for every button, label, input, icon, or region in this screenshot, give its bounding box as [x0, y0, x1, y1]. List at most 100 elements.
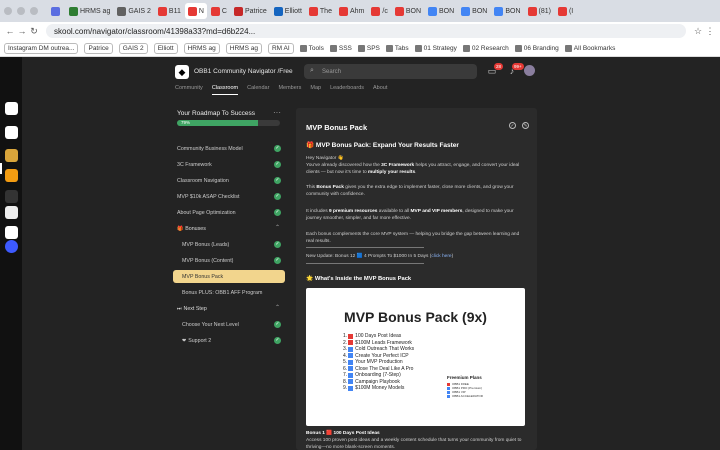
square-icon — [348, 359, 354, 365]
maximize-window-button[interactable] — [30, 7, 38, 15]
community-icon[interactable] — [5, 190, 18, 203]
community-icon[interactable] — [5, 126, 18, 139]
bookmark-item[interactable]: All Bookmarks — [564, 44, 615, 52]
back-icon[interactable]: ← — [4, 26, 16, 36]
emoji-icon: ❤ — [182, 337, 187, 344]
sidebar-item-label: MVP Bonus Pack — [182, 273, 224, 280]
edit-icon[interactable]: ✎ — [522, 122, 529, 129]
browser-tab[interactable]: N — [184, 3, 207, 19]
sidebar-section[interactable]: 🎁 Bonuses ⌃ — [173, 222, 285, 235]
tab-favicon-icon — [338, 6, 348, 16]
sidebar-item[interactable]: Choose Your Next Level ✓ — [173, 318, 285, 331]
sidebar-item[interactable]: Classroom Navigation ✓ — [173, 174, 285, 187]
browser-tab[interactable]: The — [306, 3, 335, 19]
browser-tab[interactable]: /c — [368, 3, 390, 19]
community-icon[interactable] — [5, 149, 18, 162]
browser-tab[interactable]: Patrice — [231, 3, 270, 19]
tab-map[interactable]: Map — [310, 85, 321, 95]
reload-icon[interactable]: ↻ — [28, 26, 40, 37]
browser-tab[interactable]: Elliott — [271, 3, 305, 19]
search-input[interactable]: ⌕ Search — [304, 64, 477, 79]
tab-about[interactable]: About — [373, 85, 387, 95]
bookmark-item[interactable]: Tools — [299, 44, 324, 52]
bookmark-label: Tools — [308, 44, 324, 52]
sidebar-section[interactable]: ⏭ Next Step ⌃ — [173, 302, 285, 315]
community-logo[interactable]: ◆ — [175, 65, 189, 79]
bookmark-label: 01 Strategy — [423, 44, 457, 52]
sidebar-item[interactable]: 3C Framework ✓ — [173, 158, 285, 171]
bookmark-item[interactable]: 01 Strategy — [414, 44, 457, 52]
chevron-up-icon[interactable]: ⌃ — [275, 304, 280, 311]
star-icon[interactable]: ☆ — [692, 26, 704, 37]
tab-label: BON — [505, 7, 521, 15]
browser-tab[interactable]: BON — [425, 3, 457, 19]
community-name[interactable]: OBB1 Community Navigator /Free — [194, 68, 293, 75]
browser-tab[interactable]: GAIS 2 — [114, 3, 154, 19]
browser-tab[interactable]: (81) — [525, 3, 554, 19]
square-icon — [447, 386, 450, 390]
browser-tab[interactable]: BON — [458, 3, 490, 19]
url-text: skool.com/navigator/classroom/41398a33?m… — [54, 26, 256, 36]
bookmark-item[interactable]: HRMS ag — [183, 42, 220, 54]
sidebar-item[interactable]: Bonus PLUS: OBB1 AFF Program — [173, 286, 285, 299]
community-icon[interactable] — [5, 169, 18, 182]
check-icon[interactable]: ✓ — [509, 122, 516, 129]
sidebar-item[interactable]: MVP Bonus (Content) ✓ — [173, 254, 285, 267]
tab-favicon-icon — [51, 6, 60, 16]
sidebar-item[interactable]: About Page Optimization ✓ — [173, 206, 285, 219]
sidebar-item[interactable]: MVP $10k ASAP Checklist ✓ — [173, 190, 285, 203]
bookmark-label: 02 Research — [471, 44, 509, 52]
browser-tab[interactable]: BON — [392, 3, 424, 19]
check-icon: ✓ — [274, 161, 281, 168]
community-icon[interactable] — [5, 102, 18, 115]
tab-calendar[interactable]: Calendar — [247, 85, 269, 95]
chevron-up-icon[interactable]: ⌃ — [275, 224, 280, 231]
check-icon: ✓ — [274, 257, 281, 264]
click-here-link[interactable]: click here — [431, 254, 451, 259]
browser-tab[interactable]: Ahm — [336, 3, 367, 19]
sidebar-item[interactable]: MVP Bonus (Leads) ✓ — [173, 238, 285, 251]
tab-community[interactable]: Community — [175, 85, 203, 95]
tab-classroom[interactable]: Classroom — [211, 85, 239, 95]
community-icon[interactable] — [5, 240, 18, 253]
sidebar-item[interactable]: ❤ Support 2 ✓ — [173, 334, 285, 347]
forward-icon[interactable]: → — [16, 26, 28, 36]
browser-tab[interactable]: B11 — [155, 3, 184, 19]
bookmark-item[interactable]: SSS — [329, 44, 352, 52]
tab-leaderboards[interactable]: Leaderboards — [330, 85, 364, 95]
bookmark-item[interactable]: SPS — [357, 44, 380, 52]
bookmark-item[interactable]: Elliott — [153, 42, 178, 54]
browser-tab[interactable]: C — [208, 3, 230, 19]
browser-tab[interactable]: BON — [491, 3, 523, 19]
square-icon — [348, 372, 354, 378]
chevron-down-icon[interactable]: ⌄ — [284, 67, 289, 74]
bookmark-item[interactable]: Patrice — [84, 42, 113, 54]
sidebar-item[interactable]: MVP Bonus Pack — [173, 270, 285, 283]
more-icon[interactable]: ··· — [273, 108, 281, 117]
close-window-button[interactable] — [4, 7, 12, 15]
lesson-content: MVP Bonus Pack ✓ ✎ 🎁 MVP Bonus Pack: Exp… — [296, 108, 537, 450]
menu-icon[interactable]: ⋮ — [704, 26, 716, 37]
bookmark-label: Elliott — [157, 44, 174, 52]
tab-favicon-icon — [394, 6, 404, 16]
browser-tab[interactable]: (I — [555, 3, 576, 19]
bookmark-item[interactable]: RM AI — [267, 42, 294, 54]
url-input[interactable]: skool.com/navigator/classroom/41398a33?m… — [46, 24, 686, 38]
check-icon: ✓ — [274, 321, 281, 328]
browser-tab[interactable] — [48, 3, 65, 19]
community-icon[interactable] — [5, 226, 18, 239]
bookmark-item[interactable]: HRMS ag — [225, 42, 262, 54]
browser-tab[interactable]: HRMS ag — [66, 3, 113, 19]
bookmark-item[interactable]: Tabs — [385, 44, 409, 52]
bookmark-item[interactable]: 02 Research — [462, 44, 509, 52]
tab-label: (81) — [538, 7, 551, 15]
bookmark-item[interactable]: 06 Branding — [514, 44, 559, 52]
sidebar-item[interactable]: Community Business Model ✓ — [173, 142, 285, 155]
avatar[interactable] — [524, 65, 535, 76]
community-icon[interactable] — [5, 206, 18, 219]
bookmark-item[interactable]: GAIS 2 — [118, 42, 148, 54]
section-heading: 🌟 What's Inside the MVP Bonus Pack — [306, 276, 412, 282]
tab-members[interactable]: Members — [278, 85, 301, 95]
minimize-window-button[interactable] — [17, 7, 25, 15]
bookmark-item[interactable]: Instagram DM outrea... — [4, 42, 79, 54]
